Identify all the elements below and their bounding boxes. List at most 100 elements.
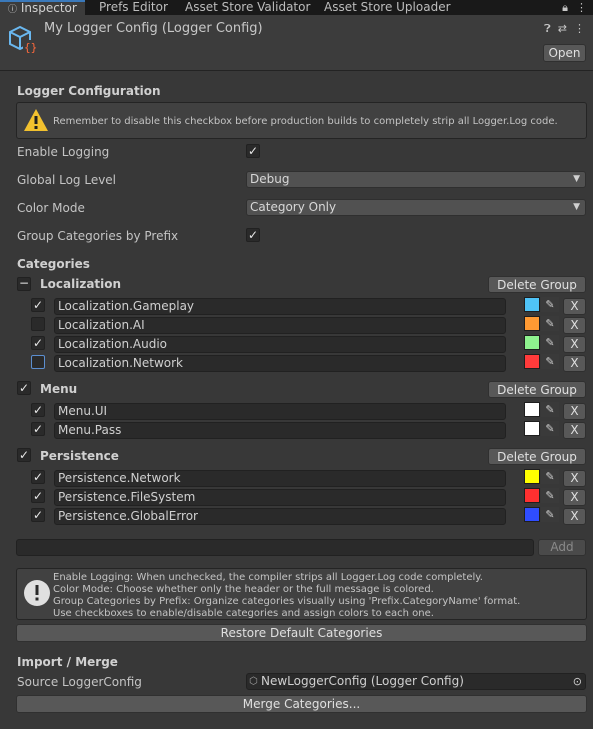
color-mode-dropdown[interactable]: Category Only ▼ bbox=[246, 199, 586, 216]
page-title: My Logger Config (Logger Config) bbox=[44, 21, 263, 36]
color-swatch[interactable] bbox=[524, 335, 540, 350]
category-checkbox[interactable]: ✓ bbox=[31, 422, 45, 436]
lock-icon[interactable]: 🔒︎ bbox=[562, 0, 568, 15]
remove-category-button[interactable]: X bbox=[563, 403, 586, 420]
color-swatch[interactable] bbox=[524, 488, 540, 503]
restore-defaults-button[interactable]: Restore Default Categories bbox=[16, 624, 587, 642]
category-name-field[interactable]: Persistence.FileSystem bbox=[54, 489, 506, 506]
eyedropper-icon[interactable]: ✎ bbox=[541, 421, 559, 436]
remove-category-button[interactable]: X bbox=[563, 355, 586, 372]
preset-icon[interactable]: ⇄ bbox=[558, 22, 567, 36]
inspector-header: {} My Logger Config (Logger Config) ❓︎ ⇄… bbox=[0, 15, 593, 71]
lock-icon: ⓘ bbox=[8, 5, 18, 15]
color-swatch[interactable] bbox=[524, 354, 540, 369]
category-name-field[interactable]: Persistence.GlobalError bbox=[54, 508, 506, 525]
global-level-label: Global Log Level bbox=[17, 173, 117, 187]
info-line: Use checkboxes to enable/disable categor… bbox=[53, 608, 434, 619]
eyedropper-icon[interactable]: ✎ bbox=[541, 507, 559, 522]
remove-category-button[interactable]: X bbox=[563, 489, 586, 506]
group-prefix-checkbox[interactable]: ✓ bbox=[246, 228, 260, 242]
warning-icon bbox=[24, 109, 48, 131]
object-picker-icon[interactable]: ⊙ bbox=[573, 674, 582, 689]
tab-inspector[interactable]: ⓘ Inspector bbox=[0, 0, 85, 15]
remove-category-button[interactable]: X bbox=[563, 317, 586, 334]
category-checkbox[interactable]: ✓ bbox=[31, 298, 45, 312]
eyedropper-icon[interactable]: ✎ bbox=[541, 297, 559, 312]
warning-text: Remember to disable this checkbox before… bbox=[53, 116, 558, 127]
source-label: Source LoggerConfig bbox=[17, 675, 142, 689]
category-name-field[interactable]: Localization.Network bbox=[54, 355, 506, 372]
category-name-field[interactable]: Menu.Pass bbox=[54, 422, 506, 439]
info-line: Enable Logging: When unchecked, the comp… bbox=[53, 572, 483, 583]
remove-category-button[interactable]: X bbox=[563, 422, 586, 439]
remove-category-button[interactable]: X bbox=[563, 470, 586, 487]
color-swatch[interactable] bbox=[524, 469, 540, 484]
color-mode-value: Category Only bbox=[250, 200, 337, 214]
delete-group-button[interactable]: Delete Group bbox=[488, 448, 586, 465]
group-prefix-label: Group Categories by Prefix bbox=[17, 229, 179, 243]
config-asset-icon: ⬡ bbox=[249, 676, 258, 687]
tab-inspector-label: Inspector bbox=[20, 1, 77, 15]
info-line: Color Mode: Choose whether only the head… bbox=[53, 584, 434, 595]
color-swatch[interactable] bbox=[524, 316, 540, 331]
eyedropper-icon[interactable]: ✎ bbox=[541, 354, 559, 369]
info-line: Group Categories by Prefix: Organize cat… bbox=[53, 596, 521, 607]
add-button[interactable]: Add bbox=[538, 539, 586, 556]
category-name-field[interactable]: Localization.AI bbox=[54, 317, 506, 334]
color-swatch[interactable] bbox=[524, 421, 540, 436]
open-button[interactable]: Open bbox=[543, 44, 586, 62]
category-name-field[interactable]: Menu.UI bbox=[54, 403, 506, 420]
svg-text:{}: {} bbox=[24, 41, 37, 54]
eyedropper-icon[interactable]: ✎ bbox=[541, 316, 559, 331]
info-box: Enable Logging: When unchecked, the comp… bbox=[16, 568, 587, 620]
group-name-menu: Menu bbox=[40, 382, 78, 396]
group-toggle-persistence[interactable]: ✓ bbox=[17, 448, 31, 462]
group-toggle-localization[interactable]: − bbox=[17, 277, 31, 291]
eyedropper-icon[interactable]: ✎ bbox=[541, 488, 559, 503]
delete-group-button[interactable]: Delete Group bbox=[488, 276, 586, 293]
kebab-menu-icon[interactable]: ⋮ bbox=[574, 22, 585, 36]
merge-categories-button[interactable]: Merge Categories... bbox=[16, 695, 587, 713]
tab-prefs-editor[interactable]: Prefs Editor bbox=[99, 0, 168, 15]
global-level-dropdown[interactable]: Debug ▼ bbox=[246, 171, 586, 188]
source-config-field[interactable]: ⬡ NewLoggerConfig (Logger Config) ⊙ bbox=[246, 673, 586, 690]
categories-title: Categories bbox=[17, 257, 90, 271]
color-swatch[interactable] bbox=[524, 402, 540, 417]
category-checkbox[interactable] bbox=[31, 317, 45, 331]
enable-logging-checkbox[interactable]: ✓ bbox=[246, 144, 260, 158]
remove-category-button[interactable]: X bbox=[563, 336, 586, 353]
help-icon[interactable]: ❓︎ bbox=[544, 22, 551, 36]
global-level-value: Debug bbox=[250, 172, 290, 186]
category-name-field[interactable]: Persistence.Network bbox=[54, 470, 506, 487]
new-category-input[interactable] bbox=[16, 539, 534, 556]
eyedropper-icon[interactable]: ✎ bbox=[541, 402, 559, 417]
category-checkbox[interactable]: ✓ bbox=[31, 470, 45, 484]
remove-category-button[interactable]: X bbox=[563, 298, 586, 315]
remove-category-button[interactable]: X bbox=[563, 508, 586, 525]
category-checkbox[interactable]: ✓ bbox=[31, 336, 45, 350]
color-swatch[interactable] bbox=[524, 297, 540, 312]
group-name-persistence: Persistence bbox=[40, 449, 119, 463]
category-checkbox[interactable]: ✓ bbox=[31, 403, 45, 417]
section-title: Logger Configuration bbox=[17, 84, 161, 98]
color-swatch[interactable] bbox=[524, 507, 540, 522]
color-mode-label: Color Mode bbox=[17, 201, 85, 215]
category-checkbox[interactable] bbox=[31, 355, 45, 369]
category-name-field[interactable]: Localization.Gameplay bbox=[54, 298, 506, 315]
delete-group-button[interactable]: Delete Group bbox=[488, 381, 586, 398]
tab-asset-store-uploader[interactable]: Asset Store Uploader bbox=[324, 0, 451, 15]
caret-down-icon: ▼ bbox=[573, 202, 580, 212]
eyedropper-icon[interactable]: ✎ bbox=[541, 335, 559, 350]
category-name-field[interactable]: Localization.Audio bbox=[54, 336, 506, 353]
import-title: Import / Merge bbox=[17, 655, 118, 669]
caret-down-icon: ▼ bbox=[573, 174, 580, 184]
eyedropper-icon[interactable]: ✎ bbox=[541, 469, 559, 484]
enable-logging-label: Enable Logging bbox=[17, 145, 110, 159]
category-checkbox[interactable]: ✓ bbox=[31, 489, 45, 503]
tab-asset-store-validator[interactable]: Asset Store Validator bbox=[185, 0, 310, 15]
kebab-menu-icon[interactable]: ⋮ bbox=[576, 0, 587, 15]
warning-box: Remember to disable this checkbox before… bbox=[16, 102, 587, 139]
group-toggle-menu[interactable]: ✓ bbox=[17, 381, 31, 395]
category-checkbox[interactable]: ✓ bbox=[31, 508, 45, 522]
logger-config-icon: {} bbox=[9, 25, 37, 54]
